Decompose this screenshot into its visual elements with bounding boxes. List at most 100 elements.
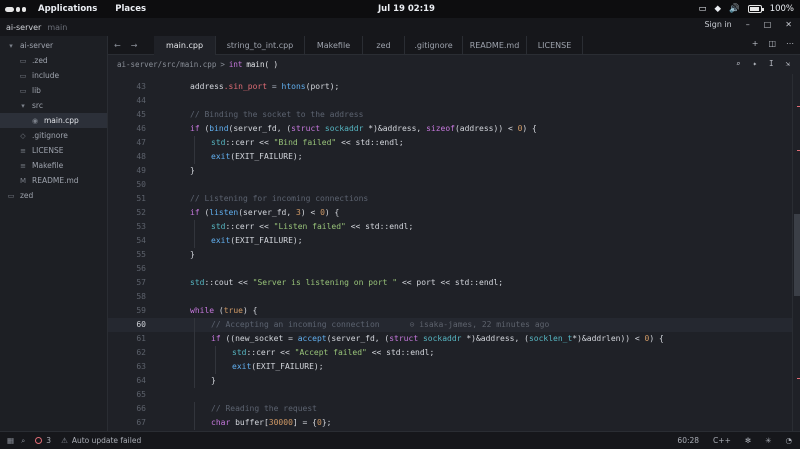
sidebar-item[interactable]: ◉ main.cpp	[0, 113, 107, 128]
line-number[interactable]: 44	[108, 94, 146, 108]
code-line[interactable]: 62 std::cerr << "Accept failed" << std::e…	[108, 346, 792, 360]
code-line[interactable]: 43 address.sin_port = htons(port);	[108, 80, 792, 94]
split-pane-icon[interactable]: ◫	[768, 39, 776, 48]
line-number[interactable]: 45	[108, 108, 146, 122]
sidebar-item[interactable]: ▭ include	[0, 68, 107, 83]
code-line[interactable]: 44	[108, 94, 792, 108]
line-number[interactable]: 54	[108, 234, 146, 248]
sidebar-item[interactable]: ≡ Makefile	[0, 158, 107, 173]
line-number[interactable]: 57	[108, 276, 146, 290]
line-number[interactable]: 43	[108, 80, 146, 94]
code-editor[interactable]: 43 address.sin_port = htons(port); 44 45 // …	[108, 74, 800, 431]
project-name[interactable]: ai-server	[6, 23, 41, 32]
update-status[interactable]: ⚠ Auto update failed	[61, 436, 141, 445]
line-number[interactable]: 51	[108, 192, 146, 206]
line-number[interactable]: 58	[108, 290, 146, 304]
code-line[interactable]: 46 if (bind(server_fd, (struct sockaddr *…	[108, 122, 792, 136]
code-line[interactable]: 57 std::cout << "Server is listening on p…	[108, 276, 792, 290]
line-number[interactable]: 55	[108, 248, 146, 262]
line-number[interactable]: 53	[108, 220, 146, 234]
sidebar-item[interactable]: ▭ lib	[0, 83, 107, 98]
line-number[interactable]: 67	[108, 416, 146, 430]
line-number[interactable]: 65	[108, 388, 146, 402]
line-number[interactable]: 49	[108, 164, 146, 178]
breadcrumb-symbol[interactable]: main( )	[246, 60, 278, 69]
line-number[interactable]: 64	[108, 374, 146, 388]
bug-icon[interactable]: ✻	[745, 436, 751, 445]
diagnostics-indicator[interactable]: 3	[35, 436, 51, 445]
code-line[interactable]: 54 exit(EXIT_FAILURE);	[108, 234, 792, 248]
branch-name[interactable]: main	[47, 23, 67, 32]
editor-settings-icon[interactable]: ⇲	[785, 59, 790, 68]
editor-scrollbar[interactable]	[792, 74, 800, 431]
editor-tab[interactable]: LICENSE	[527, 35, 583, 55]
editor-tab[interactable]: string_to_int.cpp	[216, 35, 305, 55]
code-line[interactable]: 63 exit(EXIT_FAILURE);	[108, 360, 792, 374]
search-icon[interactable]: ⌕	[736, 59, 741, 68]
code-line[interactable]: 67 char buffer[30000] = {0};	[108, 416, 792, 430]
system-tray[interactable]: ▭ ◆ 🔊 100%	[699, 2, 794, 16]
signin-button[interactable]: Sign in	[704, 20, 731, 29]
line-number[interactable]: 63	[108, 360, 146, 374]
line-number[interactable]: 48	[108, 150, 146, 164]
editor-tab[interactable]: Makefile	[305, 35, 363, 55]
code-line[interactable]: 66 // Reading the request	[108, 402, 792, 416]
breadcrumb-return-type[interactable]: int	[229, 60, 243, 69]
code-line[interactable]: 49}	[108, 164, 792, 178]
code-line[interactable]: 65	[108, 388, 792, 402]
editor-tab[interactable]: README.md	[463, 35, 527, 55]
editor-tab[interactable]: main.cpp	[154, 35, 216, 55]
code-line[interactable]: 59 while (true) {	[108, 304, 792, 318]
code-line[interactable]: 53 std::cerr << "Listen failed" << std::e…	[108, 220, 792, 234]
project-panel-toggle-icon[interactable]: ▦	[7, 436, 14, 445]
inline-assist-icon[interactable]: ✦	[752, 59, 757, 68]
editor-tab[interactable]: zed	[363, 35, 405, 55]
line-number[interactable]: 59	[108, 304, 146, 318]
notification-icon[interactable]: ◔	[785, 436, 792, 445]
code-line[interactable]: 45 // Binding the socket to the address	[108, 108, 792, 122]
close-icon[interactable]: ✕	[785, 20, 792, 29]
line-number[interactable]: 62	[108, 346, 146, 360]
line-number[interactable]: 66	[108, 402, 146, 416]
line-number[interactable]: 50	[108, 178, 146, 192]
assistant-icon[interactable]: ✳	[765, 436, 771, 445]
scrollbar-thumb[interactable]	[794, 214, 800, 296]
sidebar-item[interactable]: ▾ ai-server	[0, 38, 107, 53]
editor-tab[interactable]: .gitignore	[405, 35, 463, 55]
line-number[interactable]: 47	[108, 136, 146, 150]
text-cursor-icon[interactable]: I	[769, 59, 774, 68]
search-panel-icon[interactable]: ⌕	[21, 436, 25, 446]
code-line[interactable]: 51 // Listening for incoming connections	[108, 192, 792, 206]
sidebar-item[interactable]: ▭ zed	[0, 188, 107, 203]
code-line[interactable]: 64}	[108, 374, 792, 388]
sidebar-item[interactable]: M README.md	[0, 173, 107, 188]
cursor-position[interactable]: 60:28	[677, 436, 699, 445]
code-line[interactable]: 60 // Accepting an incoming connection ⊙ i…	[108, 318, 792, 332]
sidebar-item[interactable]: ◇ .gitignore	[0, 128, 107, 143]
places-menu[interactable]: Places	[115, 4, 146, 14]
code-line[interactable]: 55}	[108, 248, 792, 262]
code-line[interactable]: 52 if (listen(server_fd, 3) < 0) {	[108, 206, 792, 220]
sidebar-item[interactable]: ▾ src	[0, 98, 107, 113]
clock[interactable]: Jul 19 02:19	[378, 4, 435, 14]
sidebar-item[interactable]: ≡ LICENSE	[0, 143, 107, 158]
minimize-icon[interactable]: –	[746, 20, 750, 29]
maximize-icon[interactable]: □	[764, 20, 772, 29]
code-line[interactable]: 48 exit(EXIT_FAILURE);	[108, 150, 792, 164]
line-number[interactable]: 46	[108, 122, 146, 136]
code-line[interactable]: 56	[108, 262, 792, 276]
applications-menu[interactable]: Applications	[38, 4, 97, 14]
language-selector[interactable]: C++	[713, 436, 731, 445]
line-number[interactable]: 60	[108, 318, 146, 332]
more-options-icon[interactable]: ⋯	[786, 39, 794, 48]
back-arrow-icon[interactable]: ←	[114, 41, 121, 50]
activities-indicator-icon[interactable]	[0, 6, 30, 12]
code-line[interactable]: 50	[108, 178, 792, 192]
line-number[interactable]: 61	[108, 332, 146, 346]
code-line[interactable]: 47 std::cerr << "Bind failed" << std::end…	[108, 136, 792, 150]
breadcrumb-path[interactable]: ai-server/src/main.cpp	[117, 60, 216, 69]
code-line[interactable]: 61 if ((new_socket = accept(server_fd, (s…	[108, 332, 792, 346]
line-number[interactable]: 52	[108, 206, 146, 220]
new-tab-icon[interactable]: +	[752, 39, 759, 48]
line-number[interactable]: 56	[108, 262, 146, 276]
